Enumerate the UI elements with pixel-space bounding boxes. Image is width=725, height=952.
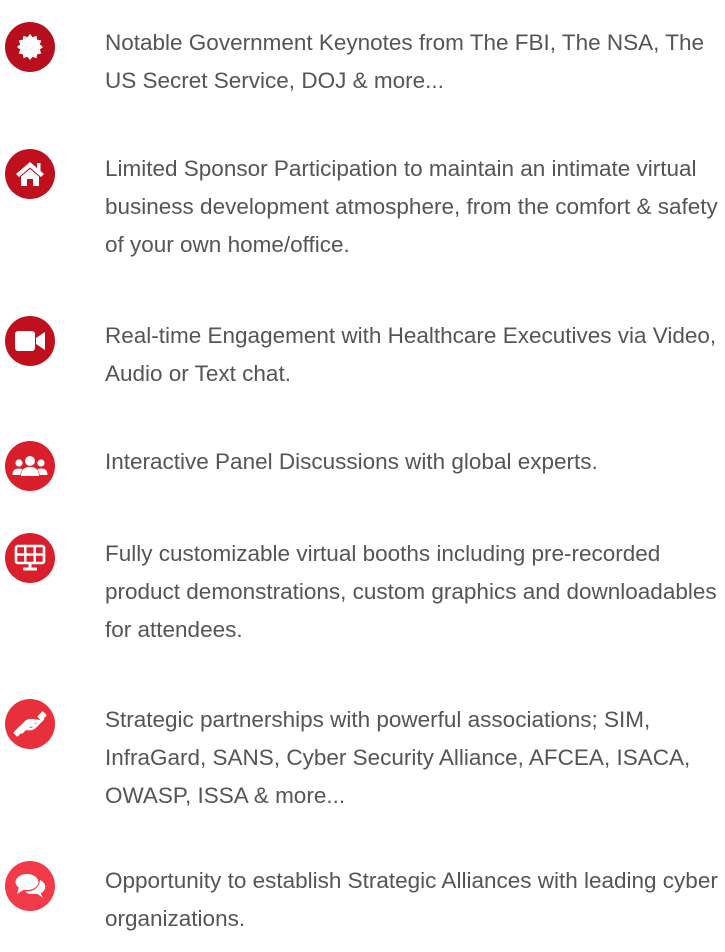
video-camera-icon — [5, 316, 55, 366]
booth-display-icon — [5, 533, 55, 583]
feature-text: Notable Government Keynotes from The FBI… — [105, 30, 705, 93]
feature-text: Interactive Panel Discussions with globa… — [105, 449, 598, 474]
users-group-icon — [5, 441, 55, 491]
feature-text: Real-time Engagement with Healthcare Exe… — [105, 323, 717, 386]
feature-text: Fully customizable virtual booths includ… — [105, 541, 717, 642]
feature-text: Strategic partnerships with powerful ass… — [105, 707, 691, 808]
handshake-icon — [5, 699, 55, 749]
badge-seal-icon — [5, 22, 55, 72]
feature-text: Limited Sponsor Participation to maintai… — [105, 156, 718, 257]
chat-bubbles-icon — [5, 861, 55, 911]
feature-text: Opportunity to establish Strategic Allia… — [105, 868, 718, 931]
home-icon — [5, 149, 55, 199]
